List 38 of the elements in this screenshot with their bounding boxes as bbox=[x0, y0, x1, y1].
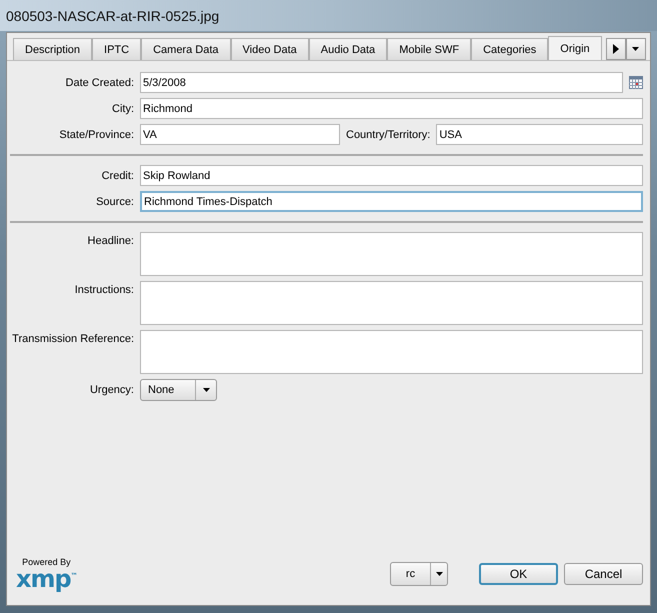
triangle-right-icon bbox=[612, 44, 619, 54]
tab[interactable]: Categories bbox=[471, 38, 548, 60]
tab[interactable]: Video Data bbox=[230, 38, 309, 60]
template-split-button[interactable]: rc bbox=[390, 562, 448, 586]
urgency-dropdown[interactable]: None bbox=[140, 379, 217, 401]
caret-icon bbox=[436, 572, 442, 576]
dialog-button[interactable]: Cancel bbox=[564, 563, 643, 585]
xmp-logo: xmp$^{™}$ bbox=[16, 566, 77, 590]
tab[interactable]: Mobile SWF bbox=[387, 38, 472, 60]
tab-menu-button[interactable] bbox=[626, 38, 646, 60]
date-field[interactable]: 5/3/2008 bbox=[140, 72, 623, 93]
dialog-button[interactable]: OK bbox=[479, 563, 558, 585]
text-field[interactable]: Richmond Times-Dispatch bbox=[140, 191, 643, 212]
scroll-right-button[interactable] bbox=[606, 38, 626, 60]
text-field[interactable]: Richmond bbox=[140, 98, 643, 119]
text-field[interactable]: VA bbox=[140, 124, 340, 145]
tab[interactable]: IPTC bbox=[92, 38, 142, 60]
field-label: Transmission Reference: bbox=[11, 332, 134, 345]
tab[interactable]: Camera Data bbox=[141, 38, 231, 60]
calendar-icon[interactable] bbox=[629, 76, 643, 89]
field-label: State/Province: bbox=[58, 128, 134, 140]
text-field[interactable]: USA bbox=[436, 124, 643, 145]
tab[interactable]: Origin bbox=[548, 36, 602, 60]
tab[interactable]: Audio Data bbox=[308, 38, 388, 60]
field-label: Date Created: bbox=[64, 76, 134, 88]
field-label: Country/Territory: bbox=[346, 128, 430, 140]
field-label: Source: bbox=[95, 196, 134, 208]
tab[interactable]: Description bbox=[13, 38, 92, 60]
field-label: Credit: bbox=[100, 170, 134, 182]
field-label: Urgency: bbox=[88, 384, 134, 396]
field-label: City: bbox=[111, 102, 134, 114]
window-title: 080503-NASCAR-at-RIR-0525.jpg bbox=[6, 8, 220, 24]
logo-caption: Powered By bbox=[22, 558, 71, 566]
field-label: Headline: bbox=[86, 234, 134, 247]
field-label: Instructions: bbox=[74, 283, 134, 296]
text-field[interactable]: Skip Rowland bbox=[140, 165, 643, 186]
caret-icon bbox=[632, 47, 640, 51]
caret-icon bbox=[202, 388, 210, 392]
